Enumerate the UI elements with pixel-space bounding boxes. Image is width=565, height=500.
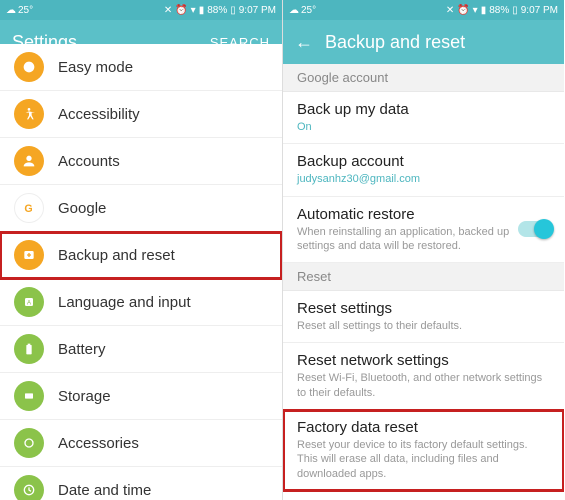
search-button[interactable]: SEARCH <box>210 35 270 50</box>
setting-factory-reset[interactable]: Factory data reset Reset your device to … <box>283 410 564 491</box>
temp: 25° <box>301 5 316 16</box>
weather-icon: ☁ <box>6 5 16 16</box>
item-label: Accounts <box>58 153 120 170</box>
app-bar: ← Backup and reset <box>283 20 564 64</box>
settings-item-accounts[interactable]: Accounts <box>0 138 282 185</box>
mute-icon: ✕ <box>164 5 172 16</box>
google-icon: G <box>14 193 44 223</box>
item-label: Storage <box>58 388 111 405</box>
back-button[interactable]: ← <box>295 32 313 53</box>
setting-reset-network[interactable]: Reset network settings Reset Wi-Fi, Blue… <box>283 343 564 410</box>
accounts-icon <box>14 146 44 176</box>
backup-reset-screen: ☁ 25° ✕ ⏰ ▾ ▮ 88% ▯ 9:07 PM ← Backup and… <box>282 0 564 500</box>
setting-title: Automatic restore <box>297 206 510 223</box>
item-label: Backup and reset <box>58 247 175 264</box>
setting-title: Back up my data <box>297 101 550 118</box>
backup-icon <box>14 240 44 270</box>
page-title: Backup and reset <box>325 32 552 53</box>
alarm-icon: ⏰ <box>457 5 469 16</box>
clock: 9:07 PM <box>521 5 558 16</box>
item-label: Language and input <box>58 294 191 311</box>
setting-value: judysanhz30@gmail.com <box>297 172 550 186</box>
setting-description: When reinstalling an application, backed… <box>297 225 510 254</box>
setting-title: Reset settings <box>297 300 550 317</box>
setting-backup-account[interactable]: Backup account judysanhz30@gmail.com <box>283 144 564 196</box>
item-label: Easy mode <box>58 59 133 76</box>
datetime-icon <box>14 475 44 500</box>
temp: 25° <box>18 5 33 16</box>
section-google-account: Google account <box>283 64 564 92</box>
settings-item-backup-reset[interactable]: Backup and reset <box>0 232 282 279</box>
status-bar: ☁ 25° ✕ ⏰ ▾ ▮ 88% ▯ 9:07 PM <box>283 0 564 20</box>
svg-text:G: G <box>24 203 32 215</box>
toggle-switch[interactable] <box>518 221 552 237</box>
settings-item-storage[interactable]: Storage <box>0 373 282 420</box>
signal-icon: ▮ <box>199 5 205 16</box>
wifi-icon: ▾ <box>191 5 196 16</box>
settings-item-google[interactable]: G Google <box>0 185 282 232</box>
alarm-icon: ⏰ <box>175 5 187 16</box>
setting-title: Factory data reset <box>297 419 550 436</box>
settings-item-accessibility[interactable]: Accessibility <box>0 91 282 138</box>
svg-text:A: A <box>27 301 31 307</box>
settings-item-datetime[interactable]: Date and time <box>0 467 282 500</box>
settings-screen: ☁ 25° ✕ ⏰ ▾ ▮ 88% ▯ 9:07 PM Settings SEA… <box>0 0 282 500</box>
settings-item-language[interactable]: A Language and input <box>0 279 282 326</box>
setting-description: Reset your device to its factory default… <box>297 438 550 481</box>
battery-icon: ▯ <box>512 5 518 16</box>
accessibility-icon <box>14 99 44 129</box>
status-bar: ☁ 25° ✕ ⏰ ▾ ▮ 88% ▯ 9:07 PM <box>0 0 282 20</box>
clock: 9:07 PM <box>239 5 276 16</box>
storage-icon <box>14 381 44 411</box>
settings-item-accessories[interactable]: Accessories <box>0 420 282 467</box>
battery-icon <box>14 334 44 364</box>
language-icon: A <box>14 287 44 317</box>
page-title: Settings <box>12 32 210 53</box>
accessories-icon <box>14 428 44 458</box>
item-label: Google <box>58 200 106 217</box>
item-label: Accessibility <box>58 106 140 123</box>
battery-pct: 88% <box>489 5 509 16</box>
setting-description: Reset all settings to their defaults. <box>297 319 550 333</box>
setting-title: Backup account <box>297 153 550 170</box>
battery-pct: 88% <box>207 5 227 16</box>
settings-list: Easy mode Accessibility Accounts G Googl… <box>0 44 282 500</box>
section-reset: Reset <box>283 263 564 291</box>
setting-reset-settings[interactable]: Reset settings Reset all settings to the… <box>283 291 564 343</box>
battery-icon: ▯ <box>230 5 236 16</box>
item-label: Battery <box>58 341 106 358</box>
signal-icon: ▮ <box>481 5 487 16</box>
item-label: Accessories <box>58 435 139 452</box>
setting-backup-my-data[interactable]: Back up my data On <box>283 92 564 144</box>
setting-value: On <box>297 120 550 134</box>
item-label: Date and time <box>58 482 151 499</box>
mute-icon: ✕ <box>446 5 454 16</box>
setting-title: Reset network settings <box>297 352 550 369</box>
easy-mode-icon <box>14 52 44 82</box>
wifi-icon: ▾ <box>473 5 478 16</box>
weather-icon: ☁ <box>289 5 299 16</box>
setting-description: Reset Wi-Fi, Bluetooth, and other networ… <box>297 371 550 400</box>
settings-item-battery[interactable]: Battery <box>0 326 282 373</box>
setting-automatic-restore[interactable]: Automatic restore When reinstalling an a… <box>283 197 564 264</box>
